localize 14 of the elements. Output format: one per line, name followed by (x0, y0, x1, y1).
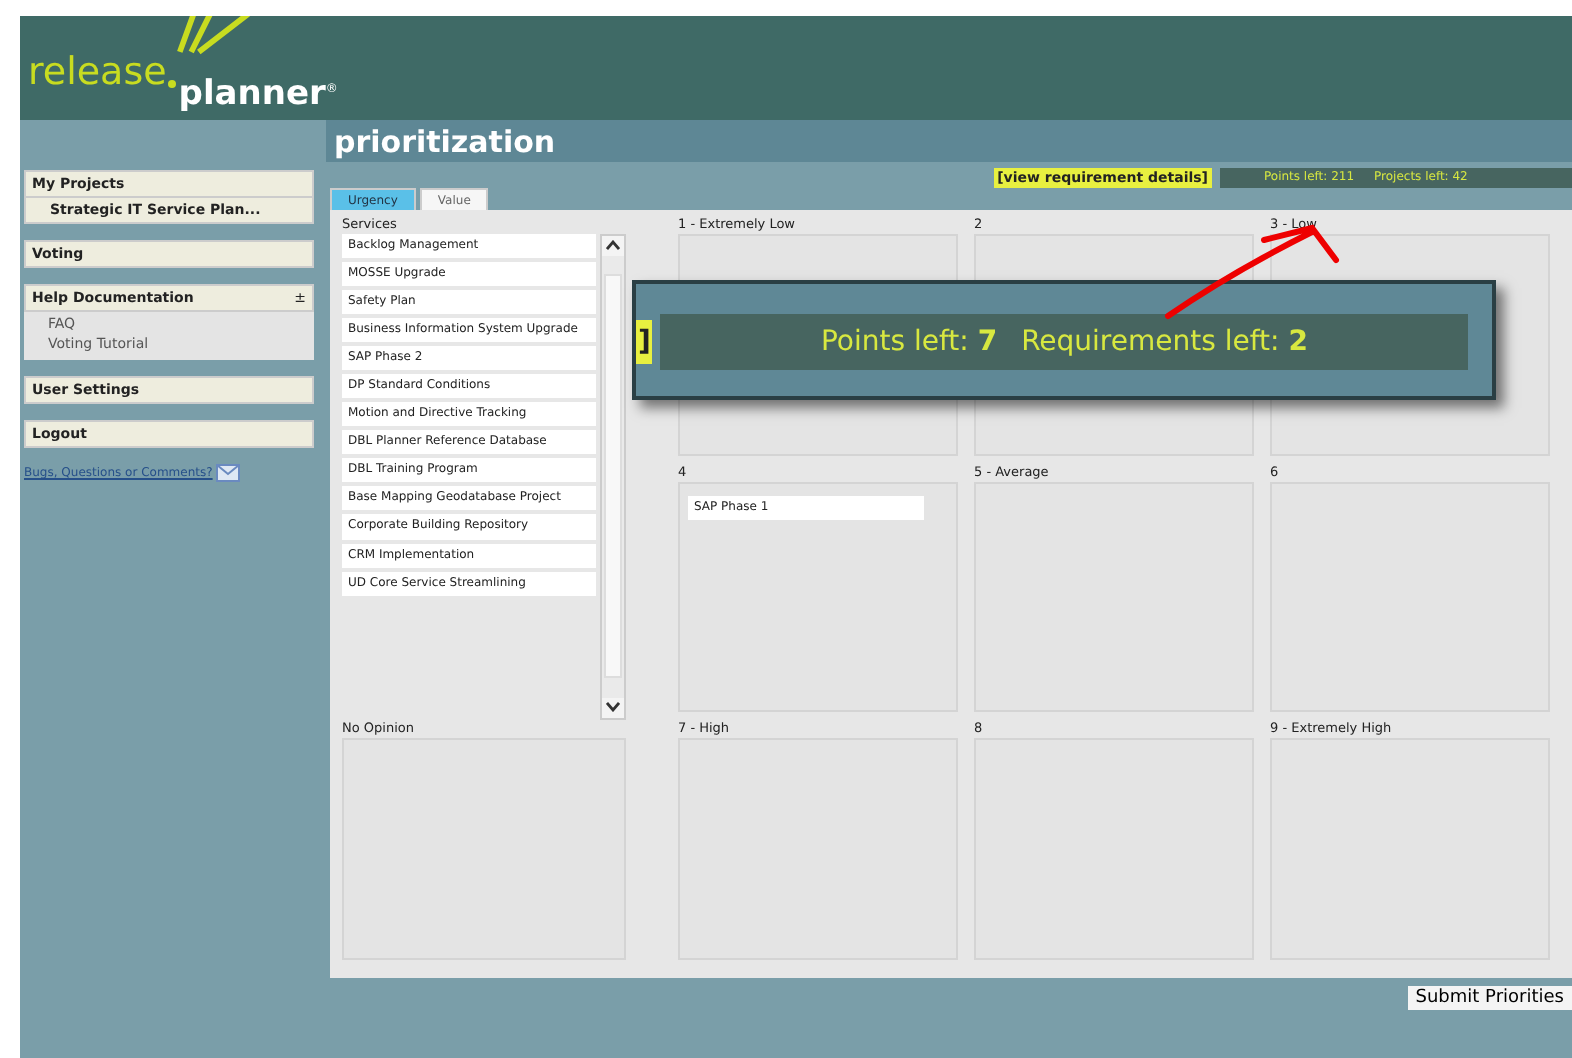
page-title: prioritization (326, 120, 1572, 161)
scroll-thumb[interactable] (604, 274, 622, 678)
submit-button[interactable]: Submit Priorities (1407, 985, 1572, 1009)
logo-dot-icon (168, 80, 177, 88)
scrollbar[interactable] (600, 233, 626, 719)
scroll-down-icon[interactable] (602, 697, 624, 717)
bracket-fragment: ] (636, 320, 653, 364)
totals-text: Points left: 7 (820, 326, 998, 358)
totals-text: Requirements left: 2 (1021, 326, 1308, 358)
logo-text: planner (178, 78, 326, 112)
scroll-up-icon[interactable] (602, 235, 624, 255)
logo-swoosh-icon (176, 16, 252, 56)
mail-icon[interactable] (216, 464, 241, 482)
logo-text: release (28, 54, 167, 92)
